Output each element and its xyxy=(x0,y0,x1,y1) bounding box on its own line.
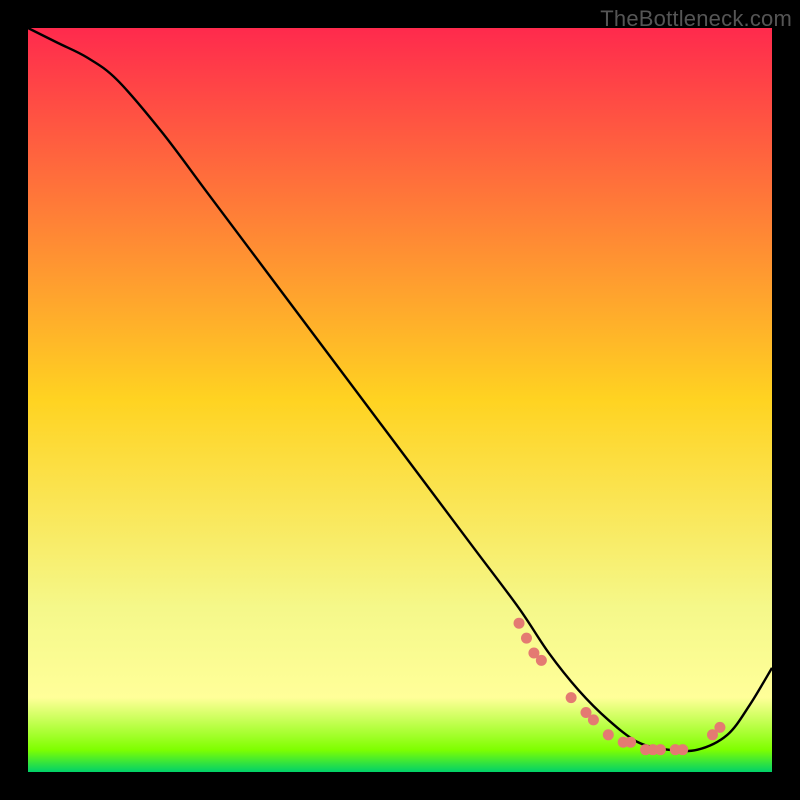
scatter-point xyxy=(625,737,636,748)
chart-frame: TheBottleneck.com xyxy=(0,0,800,800)
scatter-point xyxy=(677,744,688,755)
chart-svg xyxy=(28,28,772,772)
scatter-point xyxy=(514,618,525,629)
gradient-background xyxy=(28,28,772,772)
scatter-point xyxy=(603,729,614,740)
scatter-point xyxy=(588,714,599,725)
scatter-point xyxy=(714,722,725,733)
scatter-point xyxy=(521,633,532,644)
scatter-point xyxy=(655,744,666,755)
scatter-point xyxy=(536,655,547,666)
scatter-point xyxy=(566,692,577,703)
plot-area xyxy=(28,28,772,772)
